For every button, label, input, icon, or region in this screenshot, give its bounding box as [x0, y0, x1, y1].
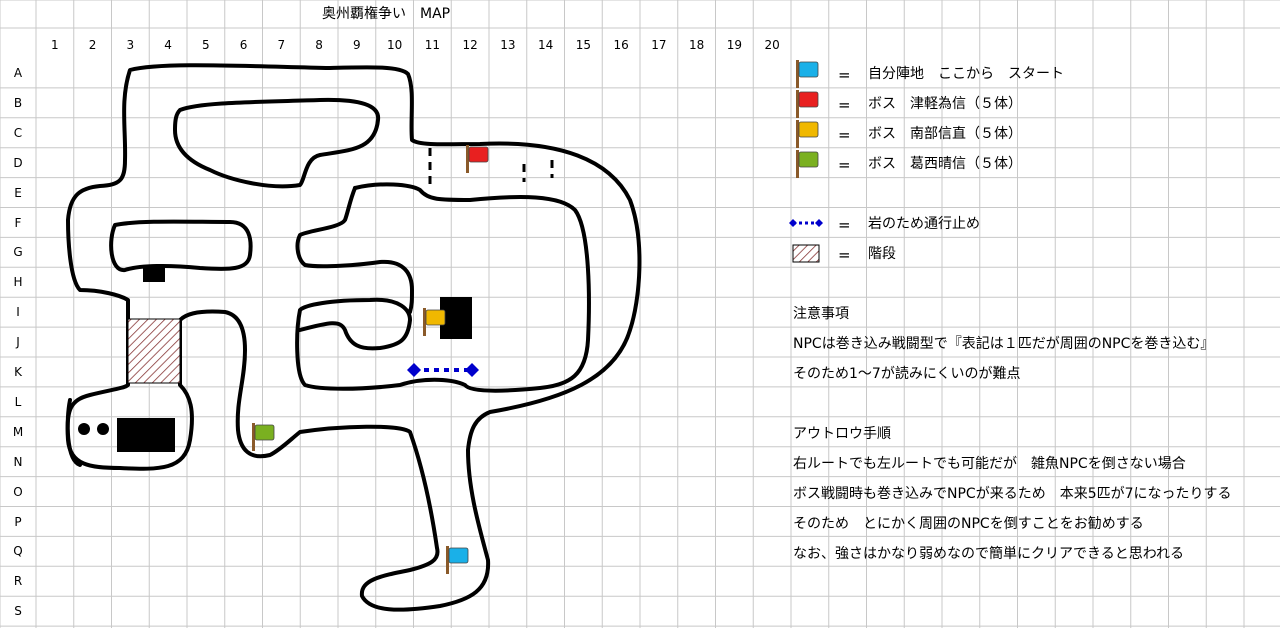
- inner-center-path: [295, 182, 591, 393]
- row-header: R: [13, 574, 23, 589]
- row-header: M: [12, 424, 24, 439]
- row-header: O: [13, 484, 23, 499]
- note-line: そのため1～7が読みにくいのが難点: [793, 366, 1021, 382]
- row-header: D: [13, 155, 23, 170]
- flag-yellow-icon: [796, 120, 819, 148]
- column-header: 3: [126, 38, 135, 52]
- column-header: 16: [613, 38, 629, 52]
- legend-label-boss-nanbu: ボス 南部信直（５体）: [868, 126, 1022, 142]
- flag-red-icon: [796, 90, 819, 118]
- gate-marks: [428, 148, 554, 190]
- block-h3: [143, 266, 165, 282]
- row-header: J: [16, 335, 20, 350]
- blocked-road-icon: [407, 363, 479, 377]
- row-header: H: [13, 275, 23, 290]
- column-header: 17: [651, 38, 667, 52]
- row-header: N: [13, 454, 23, 469]
- column-header: 8: [315, 38, 323, 52]
- column-header: 1: [51, 38, 59, 52]
- legend-eq: =: [838, 216, 851, 234]
- flag-cyan-icon: [796, 60, 819, 88]
- inner-center-connector: [295, 186, 414, 314]
- column-header: 10: [386, 38, 403, 52]
- row-header: S: [14, 604, 22, 619]
- legend-label-blocked: 岩のため通行止め: [868, 216, 980, 232]
- legend-icons: [789, 60, 823, 263]
- row-header: P: [14, 514, 22, 529]
- note-line: そのため とにかく周囲のNPCを倒すことをお勧めする: [793, 516, 1144, 532]
- legend-eq: =: [838, 246, 851, 264]
- stairs-hatch: [127, 318, 181, 384]
- note-line: NPCは巻き込み戦闘型で『表記は１匹だが周囲のNPCを巻き込む』: [793, 336, 1215, 352]
- legend-label-boss-tsugaru: ボス 津軽為信（５体）: [868, 96, 1022, 112]
- column-header: 12: [462, 38, 478, 52]
- legend-eq: =: [838, 156, 851, 174]
- map-title: 奥州覇権争い MAP: [322, 6, 451, 22]
- dot-1: [78, 423, 90, 435]
- row-header: A: [13, 66, 23, 80]
- row-header: Q: [13, 544, 23, 559]
- hatch-icon: [792, 244, 820, 263]
- column-header: 18: [688, 38, 705, 52]
- column-header: 15: [575, 38, 592, 52]
- column-header: 7: [277, 38, 286, 52]
- legend-eq: =: [838, 66, 851, 84]
- legend-label-stairs: 階段: [868, 246, 896, 262]
- column-header: 6: [239, 38, 248, 52]
- column-header: 19: [726, 38, 743, 52]
- note-heading-caution: 注意事項: [793, 306, 849, 322]
- note-line: 右ルートでも左ルートでも可能だが 雑魚NPCを倒さない場合: [793, 456, 1186, 472]
- column-header: 4: [164, 38, 172, 52]
- note-line: ボス戦闘時も巻き込みでNPCが来るため 本来5匹が7になったりする: [793, 486, 1232, 502]
- row-header: G: [13, 245, 23, 260]
- dot-2: [97, 423, 109, 435]
- row-header: F: [14, 215, 22, 230]
- row-header: L: [14, 394, 22, 409]
- column-header: 11: [424, 38, 441, 52]
- note-heading-procedure: アウトロウ手順: [793, 426, 891, 442]
- inner-top-loop: [173, 97, 381, 189]
- boss-tsugaru-flag: [466, 145, 489, 173]
- column-header: 2: [88, 38, 97, 52]
- column-header: 14: [537, 38, 554, 52]
- column-header: 9: [353, 38, 361, 52]
- flag-green-icon: [796, 150, 819, 178]
- legend-eq: =: [838, 126, 851, 144]
- dotted-line-icon: [789, 219, 823, 227]
- column-header: 13: [500, 38, 516, 52]
- column-header: 5: [202, 38, 210, 52]
- legend-label-boss-kasai: ボス 葛西晴信（５体）: [868, 156, 1022, 172]
- legend-label-start: 自分陣地 ここから スタート: [868, 66, 1064, 82]
- inner-left-loop: [109, 219, 253, 272]
- row-header: I: [16, 305, 20, 320]
- map-sheet: [0, 0, 1280, 628]
- block-m3: [117, 418, 175, 452]
- row-header: E: [14, 185, 22, 200]
- column-header: 20: [764, 38, 780, 52]
- row-header: K: [14, 365, 22, 379]
- start-flag: [446, 546, 469, 574]
- note-line: なお、強さはかなり弱めなので簡単にクリアできると思われる: [793, 546, 1185, 562]
- map-flags: [252, 145, 489, 574]
- legend-eq: =: [838, 96, 851, 114]
- row-header: B: [13, 95, 23, 110]
- row-header: C: [13, 125, 23, 140]
